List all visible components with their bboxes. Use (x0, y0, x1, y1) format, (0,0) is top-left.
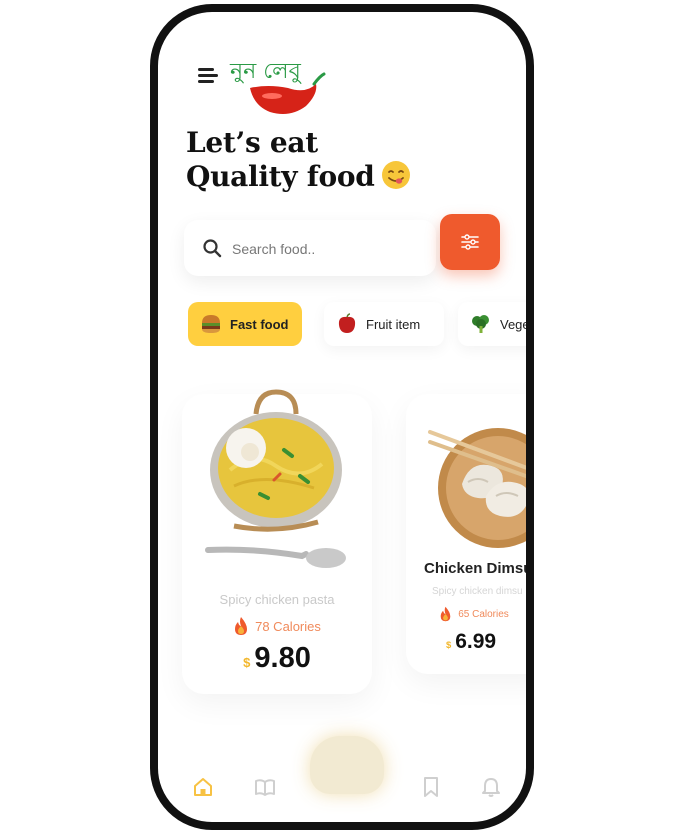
pasta-bowl-image (205, 389, 346, 568)
headline-line-1: Let’s eat (186, 126, 318, 159)
fire-icon (440, 606, 451, 622)
page: নুন লেবু Let’s eat Quality food Search f… (0, 0, 673, 835)
book-icon[interactable] (254, 776, 276, 798)
price-value: 6.99 (455, 630, 497, 653)
food-name: Chicken Dimsu (424, 560, 533, 577)
burger-icon (202, 315, 220, 333)
food-name: Spicy chicken pasta (219, 592, 335, 607)
search-icon (203, 239, 222, 258)
dimsum-plate-image (428, 428, 526, 548)
category-chip-fruit-item[interactable]: Fruit item (324, 302, 444, 346)
tab-bar (158, 772, 526, 812)
calories-label: 78 Calories (182, 616, 372, 636)
svg-text:নুন লেবু: নুন লেবু (229, 59, 302, 84)
search-box[interactable] (184, 220, 436, 276)
headline-line-2-text: Quality food (186, 160, 375, 193)
calories-text: 78 Calories (255, 618, 321, 634)
filter-button[interactable] (440, 214, 500, 270)
calories-label: 65 Calories (392, 606, 526, 622)
food-card-chicken-dimsum[interactable]: Chicken Dimsu Spicy chicken dimsu 65 Cal… (406, 394, 533, 674)
bookmark-icon[interactable] (420, 776, 442, 798)
category-label: Fruit item (366, 316, 421, 332)
menu-icon[interactable] (198, 68, 218, 84)
food-card-spicy-chicken-pasta[interactable]: Spicy chicken pasta 78 Calories $ 9.80 (182, 389, 372, 694)
currency-symbol: $ (243, 655, 251, 670)
currency-symbol: $ (445, 640, 452, 651)
bell-icon[interactable] (480, 776, 502, 798)
category-label: Veget (500, 316, 534, 332)
home-icon[interactable] (192, 776, 214, 798)
app-logo: নুন লেবু (229, 59, 326, 114)
yum-emoji-icon (381, 161, 410, 189)
price-value: 9.80 (254, 642, 311, 674)
sliders-icon (461, 234, 479, 250)
page-title: Let’s eat Quality food (186, 126, 411, 194)
fire-icon (235, 617, 248, 635)
broccoli-icon (472, 315, 489, 333)
phone-frame: নুন লেবু Let’s eat Quality food Search f… (150, 4, 534, 830)
headline-line-2: Quality food (186, 160, 411, 194)
category-chip-fast-food[interactable]: Fast food (188, 302, 302, 346)
category-label: Fast food (230, 316, 289, 332)
price: $ 6.99 (386, 630, 526, 654)
fruit-icon (338, 313, 356, 333)
calories-text: 65 Calories (458, 608, 509, 620)
food-subtitle: Spicy chicken dimsu (432, 586, 523, 597)
category-chip-vegetable[interactable]: Veget (458, 302, 534, 346)
search-input[interactable] (230, 236, 424, 262)
price: $ 9.80 (182, 642, 372, 675)
